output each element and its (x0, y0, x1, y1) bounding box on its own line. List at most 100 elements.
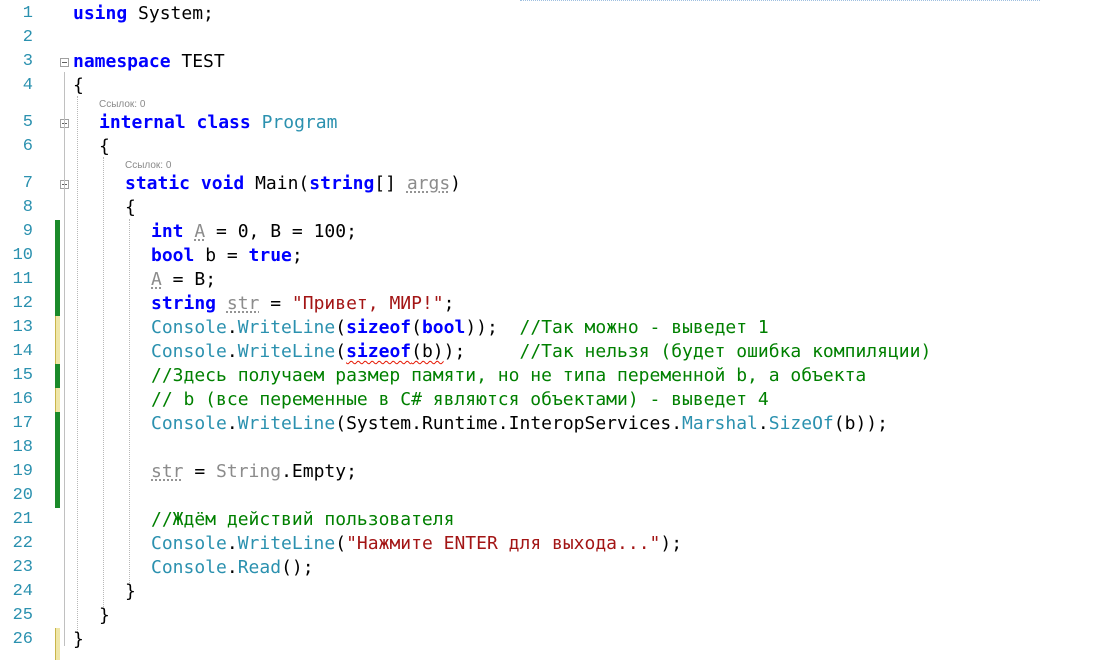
line-number: 24 (12, 582, 33, 601)
keyword: string (151, 293, 217, 314)
unused-identifier: args (406, 173, 451, 194)
type-name: Console (151, 413, 227, 434)
line-number: 23 (12, 558, 33, 577)
keyword: bool (151, 245, 195, 266)
codelens-references-main[interactable]: Ссылок: 0 (125, 159, 171, 173)
code-text: ( (335, 533, 347, 554)
keyword: void (200, 173, 245, 194)
unused-identifier: str (226, 293, 260, 314)
code-content: } (125, 580, 136, 604)
line-number: 8 (22, 198, 33, 217)
code-line[interactable]: 14 Console.WriteLine(sizeof(b)); //Так не… (0, 340, 1097, 364)
code-content: { (99, 135, 110, 159)
code-content: internal class Program (99, 111, 337, 135)
type-name: WriteLine (237, 341, 336, 362)
keyword: sizeof (346, 317, 412, 338)
keyword: true (248, 245, 292, 266)
code-text: (b)); (833, 413, 888, 434)
codelens-references-class[interactable]: Ссылок: 0 (99, 98, 145, 112)
code-text: ; (291, 245, 303, 266)
code-text: ); (443, 341, 520, 362)
code-line[interactable]: 20 (0, 484, 1097, 508)
code-text: System; (127, 3, 214, 24)
error-token: (b) (411, 341, 444, 362)
line-number: 11 (12, 270, 33, 289)
code-text: . (226, 317, 238, 338)
code-line[interactable]: 23 Console.Read(); (0, 556, 1097, 580)
code-line[interactable]: 15 //Здесь получаем размер памяти, но не … (0, 364, 1097, 388)
comment: // b (все переменные в C# являются объек… (151, 389, 769, 410)
unused-identifier: A (194, 221, 206, 242)
code-text: . (226, 413, 238, 434)
code-content: str = String.Empty; (151, 460, 357, 484)
type-name: Marshal (682, 413, 758, 434)
comment: //Ждём действий пользователя (151, 509, 455, 530)
code-content: Console.WriteLine(sizeof(b)); //Так нель… (151, 340, 931, 364)
code-text: = 0, B = 100; (205, 221, 357, 242)
code-line[interactable]: 19 str = String.Empty; (0, 460, 1097, 484)
code-line[interactable]: 5 internal class Program (0, 111, 1097, 135)
comment: //Так можно - выведет 1 (519, 317, 769, 338)
code-line[interactable]: 26} (0, 628, 1097, 652)
code-line[interactable]: 21 //Ждём действий пользователя (0, 508, 1097, 532)
code-line[interactable]: 24} (0, 580, 1097, 604)
code-text: )); (465, 317, 520, 338)
keyword-error: sizeof (346, 341, 412, 362)
code-content: { (125, 196, 136, 220)
code-text: { (125, 197, 136, 218)
code-line[interactable]: 3 namespace TEST (0, 50, 1097, 74)
code-content: namespace TEST (73, 50, 225, 74)
code-text: ) (450, 173, 462, 194)
code-line[interactable]: 8{ (0, 196, 1097, 220)
code-text: . (757, 413, 769, 434)
line-number: 1 (22, 4, 33, 23)
code-line[interactable]: 7 static void Main(string[] args) (0, 172, 1097, 196)
code-text: ; (443, 293, 455, 314)
code-line[interactable]: 12 string str = "Привет, МИР!"; (0, 292, 1097, 316)
line-number: 9 (22, 222, 33, 241)
line-number: 21 (12, 510, 33, 529)
code-line[interactable]: 11 A = B; (0, 268, 1097, 292)
code-editor[interactable]: Ссылок: 0 Ссылок: 0 1 using System; 2 3 name… (0, 0, 1097, 660)
line-number: 20 (12, 486, 33, 505)
line-number: 26 (12, 630, 33, 649)
code-line[interactable]: 18 (0, 436, 1097, 460)
code-content: // b (все переменные в C# являются объек… (151, 388, 769, 412)
type-name: SizeOf (768, 413, 834, 434)
code-line[interactable]: 10 bool b = true; (0, 244, 1097, 268)
code-line[interactable]: 22 Console.WriteLine("Нажмите ENTER для в… (0, 532, 1097, 556)
line-number: 25 (12, 606, 33, 625)
code-content: Console.Read(); (151, 556, 314, 580)
type-name: WriteLine (237, 413, 336, 434)
keyword: internal (99, 112, 186, 133)
code-content: using System; (73, 2, 214, 26)
code-content: Console.WriteLine(System.Runtime.Interop… (151, 412, 888, 436)
comment: //Здесь получаем размер памяти, но не ти… (151, 365, 867, 386)
code-text: (System.Runtime.InteropServices. (335, 413, 683, 434)
type-name: WriteLine (237, 317, 336, 338)
code-line[interactable]: 13 Console.WriteLine(sizeof(bool)); //Так… (0, 316, 1097, 340)
comment: //Так нельзя (будет ошибка компиляции) (519, 341, 932, 362)
code-line[interactable]: 17 Console.WriteLine(System.Runtime.Inter… (0, 412, 1097, 436)
line-number: 10 (12, 246, 33, 265)
code-line[interactable]: 2 (0, 26, 1097, 50)
code-line[interactable]: 16 // b (все переменные в C# являются объ… (0, 388, 1097, 412)
code-text: . (226, 557, 238, 578)
line-number: 17 (12, 414, 33, 433)
keyword: namespace (73, 51, 171, 72)
code-line[interactable]: 1 using System; (0, 2, 1097, 26)
type-name: Read (237, 557, 282, 578)
line-number: 19 (12, 462, 33, 481)
code-line[interactable]: 6{ (0, 135, 1097, 159)
code-content: } (73, 628, 84, 652)
string-literal: "Привет, МИР!" (291, 293, 444, 314)
code-line[interactable]: 9 int A = 0, B = 100; (0, 220, 1097, 244)
code-line[interactable]: 25} (0, 604, 1097, 628)
line-number: 6 (22, 137, 33, 156)
type-name: Console (151, 341, 227, 362)
code-line[interactable]: 4{ (0, 74, 1097, 98)
code-text: Main( (244, 173, 310, 194)
